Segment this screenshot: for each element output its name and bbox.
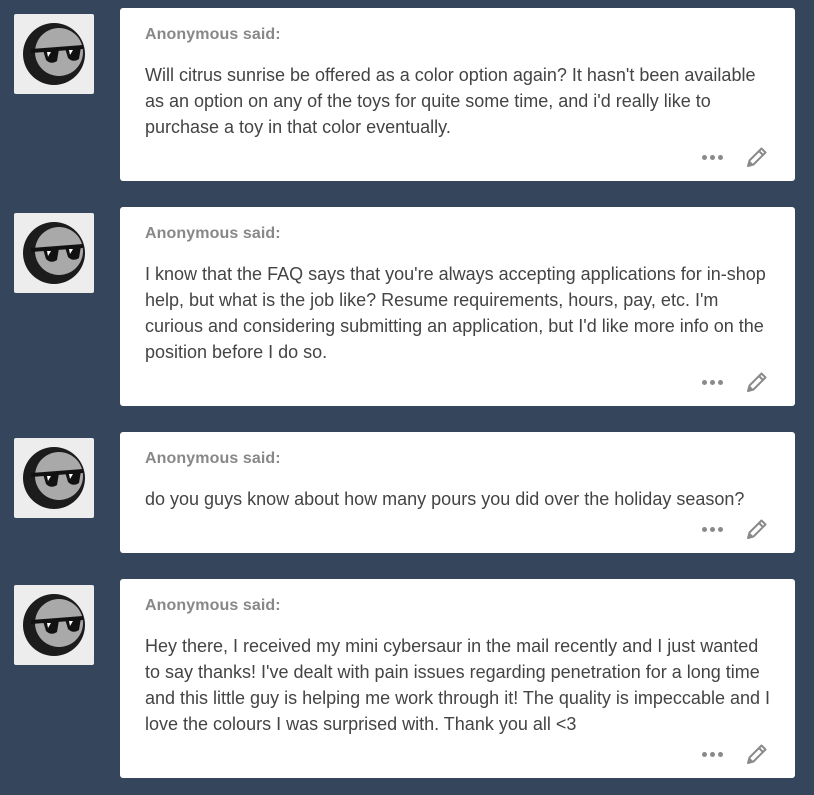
ask-card: Anonymous said: Will citrus sunrise be o…	[120, 8, 795, 181]
question-text: I know that the FAQ says that you're alw…	[145, 264, 766, 362]
more-dots-icon[interactable]	[702, 526, 723, 532]
asker-name[interactable]: Anonymous said:	[145, 225, 281, 243]
ask-card: Anonymous said: do you guys know about h…	[120, 432, 795, 553]
question-text: Will citrus sunrise be offered as a colo…	[145, 65, 756, 137]
sunglasses-moon-icon	[23, 447, 85, 509]
question-text: Hey there, I received my mini cybersaur …	[145, 636, 770, 734]
sunglasses-moon-icon	[23, 222, 85, 284]
post-actions	[702, 742, 769, 766]
post-actions	[702, 517, 769, 541]
pencil-icon[interactable]	[745, 517, 769, 541]
post-actions	[702, 370, 769, 394]
asker-name[interactable]: Anonymous said:	[145, 26, 281, 44]
pencil-icon[interactable]	[745, 370, 769, 394]
sunglasses-moon-icon	[23, 23, 85, 85]
pencil-icon[interactable]	[745, 742, 769, 766]
ask-card: Anonymous said: Hey there, I received my…	[120, 579, 795, 778]
asker-name[interactable]: Anonymous said:	[145, 450, 281, 468]
more-dots-icon[interactable]	[702, 154, 723, 160]
ask-feed: Anonymous said: Will citrus sunrise be o…	[0, 0, 814, 795]
more-dots-icon[interactable]	[702, 751, 723, 757]
avatar[interactable]	[14, 585, 94, 665]
ask-card: Anonymous said: I know that the FAQ says…	[120, 207, 795, 406]
avatar[interactable]	[14, 14, 94, 94]
sunglasses-moon-icon	[23, 594, 85, 656]
avatar[interactable]	[14, 438, 94, 518]
more-dots-icon[interactable]	[702, 379, 723, 385]
avatar[interactable]	[14, 213, 94, 293]
post-actions	[702, 145, 769, 169]
question-text: do you guys know about how many pours yo…	[145, 489, 745, 509]
asker-name[interactable]: Anonymous said:	[145, 597, 281, 615]
pencil-icon[interactable]	[745, 145, 769, 169]
